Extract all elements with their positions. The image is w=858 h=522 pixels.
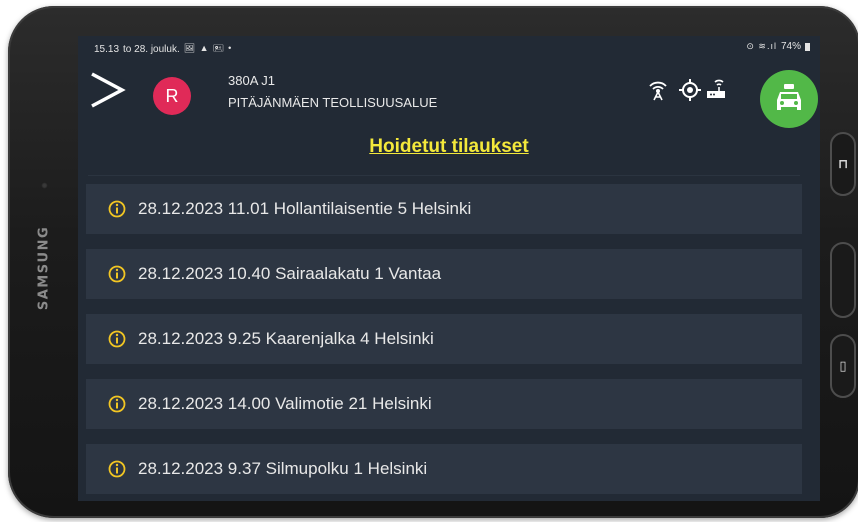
page-title: Hoidetut tilaukset — [369, 136, 529, 157]
route-code: 380A J1 — [228, 73, 275, 88]
recent-apps-icon: ⊓ — [837, 156, 849, 171]
app-screen: 15.13 to 28. jouluk. 🖼 ▲ 🖭 • ⊙ ≋.ıl 74% … — [78, 36, 820, 501]
order-item[interactable]: 28.12.2023 9.37 Silmupolku 1 Helsinki — [86, 444, 802, 494]
info-icon — [108, 395, 126, 413]
hardware-back-button[interactable]: ▯ — [830, 334, 856, 398]
hardware-home-button[interactable] — [830, 242, 856, 318]
back-hw-icon: ▯ — [839, 358, 847, 373]
info-icon — [108, 460, 126, 478]
info-icon — [108, 265, 126, 283]
order-text: 28.12.2023 9.25 Kaarenjalka 4 Helsinki — [138, 329, 434, 348]
router-icon — [707, 79, 725, 98]
order-item[interactable]: 28.12.2023 14.00 Valimotie 21 Helsinki — [86, 379, 802, 429]
location-target-icon — [679, 79, 701, 101]
battery-icon — [805, 42, 810, 51]
info-icon — [108, 330, 126, 348]
app-header: R 380A J1 PITÄJÄNMÄEN TEOLLISUUSALUE — [78, 60, 820, 128]
device-brand-label: SAMSUNG — [36, 225, 52, 311]
order-item[interactable]: 28.12.2023 10.40 Sairaalakatu 1 Vantaa — [86, 249, 802, 299]
front-camera — [41, 182, 48, 189]
hardware-recent-apps-button[interactable]: ⊓ — [830, 132, 856, 196]
header-divider — [88, 175, 800, 176]
order-text: 28.12.2023 9.37 Silmupolku 1 Helsinki — [138, 459, 428, 478]
status-bar: 15.13 to 28. jouluk. 🖼 ▲ 🖭 • ⊙ ≋.ıl 74% — [78, 36, 820, 56]
route-info: 380A J1 PITÄJÄNMÄEN TEOLLISUUSALUE — [228, 73, 437, 111]
gps-signal-icon — [649, 81, 667, 101]
signal-icons: ⊙ ≋.ıl — [746, 41, 777, 51]
order-text: 28.12.2023 11.01 Hollantilaisentie 5 Hel… — [138, 199, 472, 218]
info-icon — [108, 200, 126, 218]
order-item[interactable]: 28.12.2023 11.01 Hollantilaisentie 5 Hel… — [86, 184, 802, 234]
back-button[interactable] — [88, 70, 128, 110]
order-item[interactable]: 28.12.2023 9.25 Kaarenjalka 4 Helsinki — [86, 314, 802, 364]
notification-icons: 🖼 ▲ 🖭 • — [183, 43, 233, 53]
order-text: 28.12.2023 10.40 Sairaalakatu 1 Vantaa — [138, 264, 442, 283]
area-name: PITÄJÄNMÄEN TEOLLISUUSALUE — [228, 95, 438, 110]
order-text: 28.12.2023 14.00 Valimotie 21 Helsinki — [138, 394, 432, 413]
avatar[interactable]: R — [153, 77, 191, 115]
car-icon — [777, 84, 801, 110]
taxi-button[interactable] — [760, 70, 818, 128]
status-date: to 28. jouluk. — [123, 43, 180, 55]
chevron-right-icon — [91, 72, 126, 108]
status-time: 15.13 — [94, 43, 120, 55]
battery-percentage: 74% — [780, 41, 801, 52]
